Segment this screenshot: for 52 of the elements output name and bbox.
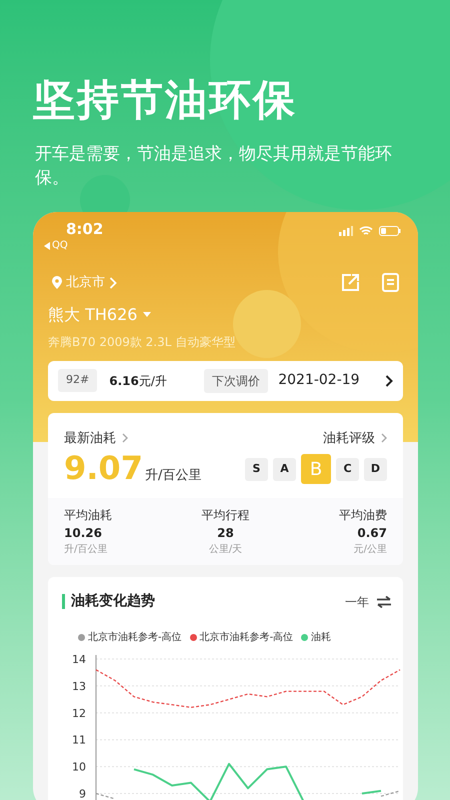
trend-title: 油耗变化趋势: [71, 592, 155, 611]
axis-tick-label: 10: [72, 760, 86, 774]
location-pin-icon: [52, 276, 62, 290]
grade-chip: B: [301, 454, 331, 484]
axis-tick-label: 11: [72, 734, 86, 747]
chevron-right-icon: [109, 276, 117, 289]
stat-label: 平均油耗: [64, 507, 112, 524]
consumption-unit: 升/百公里: [144, 467, 202, 485]
title-accent-bar: [62, 594, 65, 609]
axis-tick-label: 12: [72, 706, 86, 720]
next-adjust-label: 下次调价: [204, 368, 268, 392]
grade-chip: C: [336, 458, 359, 480]
stat-unit: 元/公里: [354, 543, 387, 557]
headline: 坚持节油环保: [33, 74, 298, 126]
stat-value: 28: [217, 525, 234, 542]
legend-label: 北京市油耗参考-高位: [200, 630, 294, 645]
fuel-price-bar[interactable]: 92# 6.16元/升 下次调价 2021-02-19: [48, 360, 403, 400]
stat-label: 平均行程: [202, 507, 250, 524]
chevron-right-icon: [122, 433, 128, 444]
grade-chip: S: [245, 458, 268, 480]
next-adjust-date: 2021-02-19: [278, 371, 361, 390]
status-time: 8:02: [66, 220, 104, 238]
signal-icon: [339, 226, 353, 236]
axis-tick-label: 9: [79, 788, 86, 800]
stat-label: 平均油费: [339, 507, 387, 524]
battery-icon: [379, 226, 401, 236]
back-triangle-icon: [44, 242, 50, 250]
consumption-value: 9.07: [64, 448, 143, 488]
stat-unit: 公里/天: [208, 543, 242, 557]
axis-tick-label: 13: [72, 680, 86, 693]
legend-label: 北京市油耗参考-高位: [88, 630, 182, 645]
stat-value: 10.26: [64, 525, 102, 542]
latest-consumption-link[interactable]: 最新油耗: [64, 428, 128, 448]
rating-link[interactable]: 油耗评级: [323, 428, 387, 448]
fuel-grade: 92#: [58, 369, 98, 392]
stat-value: 0.67: [357, 525, 387, 542]
tagline: 开车是需要，节油是追求，物尽其用就是节能环保。: [35, 143, 393, 190]
grade-chip: A: [273, 458, 296, 480]
share-icon[interactable]: [341, 273, 360, 292]
dropdown-caret-icon: [143, 312, 152, 317]
swap-arrows-icon[interactable]: [377, 596, 391, 608]
stat-unit: 升/百公里: [64, 542, 108, 557]
chevron-right-icon: [385, 374, 393, 386]
chevron-right-icon: [381, 433, 387, 444]
car-model: 奔腾B70 2009款 2.3L 自动豪华型: [48, 334, 236, 350]
axis-tick-label: 14: [72, 653, 86, 666]
legend-label: 油耗: [311, 630, 332, 645]
fuel-price: 6.16元/升: [109, 372, 168, 390]
wifi-icon: [359, 226, 373, 236]
period-label: 一年: [345, 594, 369, 610]
document-icon[interactable]: [382, 273, 399, 292]
grade-chip: D: [364, 458, 387, 480]
